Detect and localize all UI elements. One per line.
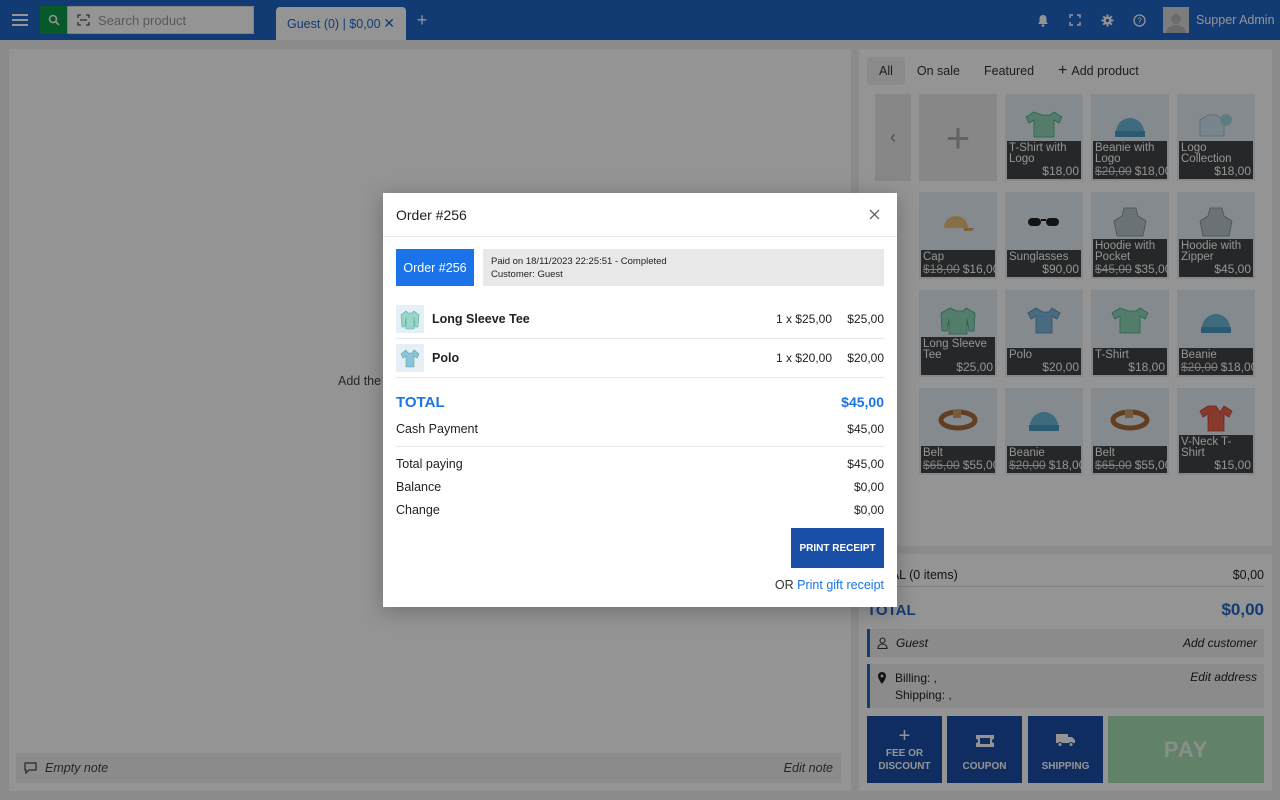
modal-header: Order #256 xyxy=(383,193,897,237)
order-number-badge: Order #256 xyxy=(396,249,474,286)
order-item-row: Polo 1 x $20,00 $20,00 xyxy=(396,339,884,378)
order-item-row: Long Sleeve Tee 1 x $25,00 $25,00 xyxy=(396,300,884,339)
order-status-info: Paid on 18/11/2023 22:25:51 - Completed … xyxy=(483,249,884,286)
modal-total-row: TOTAL $45,00 xyxy=(396,394,884,411)
order-item-name: Polo xyxy=(432,351,460,365)
order-item-amount: $25,00 xyxy=(847,312,884,326)
close-icon[interactable] xyxy=(864,204,884,225)
divider xyxy=(396,446,884,447)
total-paying-value: $45,00 xyxy=(847,457,884,471)
polo-icon xyxy=(396,344,424,372)
longsleeve-icon xyxy=(396,305,424,333)
paid-status: Paid on 18/11/2023 22:25:51 - Completed xyxy=(491,256,667,267)
total-paying-row: Total paying $45,00 xyxy=(396,457,884,471)
cash-payment-label: Cash Payment xyxy=(396,422,478,436)
balance-value: $0,00 xyxy=(853,480,884,494)
order-item-name: Long Sleeve Tee xyxy=(432,312,530,326)
order-customer: Customer: Guest xyxy=(491,269,563,280)
total-paying-label: Total paying xyxy=(396,457,463,471)
order-item-amount: $20,00 xyxy=(847,351,884,365)
cash-payment-row: Cash Payment $45,00 xyxy=(396,422,884,436)
or-text: OR xyxy=(774,578,794,592)
change-value: $0,00 xyxy=(853,503,884,517)
order-item-qty: 1 x $25,00 xyxy=(775,312,832,326)
change-row: Change $0,00 xyxy=(396,503,884,517)
print-receipt-button[interactable]: PRINT RECEIPT xyxy=(791,528,884,568)
cash-payment-value: $45,00 xyxy=(847,422,884,436)
modal-total-label: TOTAL xyxy=(396,394,445,411)
change-label: Change xyxy=(396,503,440,517)
modal-total-value: $45,00 xyxy=(841,394,884,410)
order-item-qty: 1 x $20,00 xyxy=(775,351,832,365)
balance-row: Balance $0,00 xyxy=(396,480,884,494)
gift-receipt-row: OR Print gift receipt xyxy=(775,578,884,592)
order-receipt-modal: Order #256 Order #256 Paid on 18/11/2023… xyxy=(383,193,897,607)
print-gift-receipt-link[interactable]: Print gift receipt xyxy=(797,578,884,592)
modal-title: Order #256 xyxy=(396,206,467,223)
balance-label: Balance xyxy=(396,480,442,494)
